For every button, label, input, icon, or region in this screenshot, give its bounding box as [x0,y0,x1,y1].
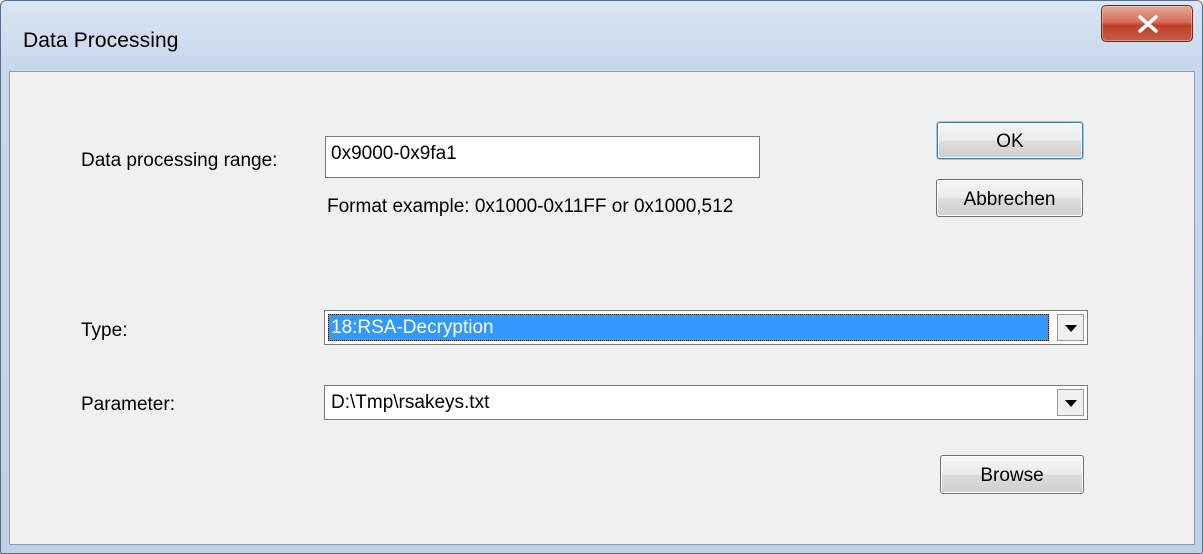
chevron-down-icon [1065,325,1077,332]
browse-button[interactable]: Browse [940,455,1084,494]
close-x-icon [1138,15,1158,33]
dialog-client-area: Data processing range: 0x9000-0x9fa1 For… [9,71,1195,545]
range-input[interactable]: 0x9000-0x9fa1 [325,136,760,178]
parameter-combo[interactable]: D:\Tmp\rsakeys.txt [324,385,1088,420]
type-selected-value: 18:RSA-Decryption [328,314,1049,341]
window-title: Data Processing [23,29,179,52]
close-button[interactable] [1101,5,1193,42]
type-label: Type: [81,320,128,341]
cancel-button[interactable]: Abbrechen [936,179,1083,217]
type-dropdown-button[interactable] [1057,314,1084,341]
chevron-down-icon [1065,400,1077,407]
parameter-value: D:\Tmp\rsakeys.txt [331,392,490,413]
range-format-hint: Format example: 0x1000-0x11FF or 0x1000,… [327,196,734,217]
ok-button[interactable]: OK [937,122,1083,159]
parameter-dropdown-button[interactable] [1057,389,1084,416]
dialog-window: Data Processing Data processing range: 0… [0,0,1203,554]
range-label: Data processing range: [81,150,278,171]
type-select[interactable]: 18:RSA-Decryption [324,310,1088,345]
parameter-label: Parameter: [81,394,175,415]
